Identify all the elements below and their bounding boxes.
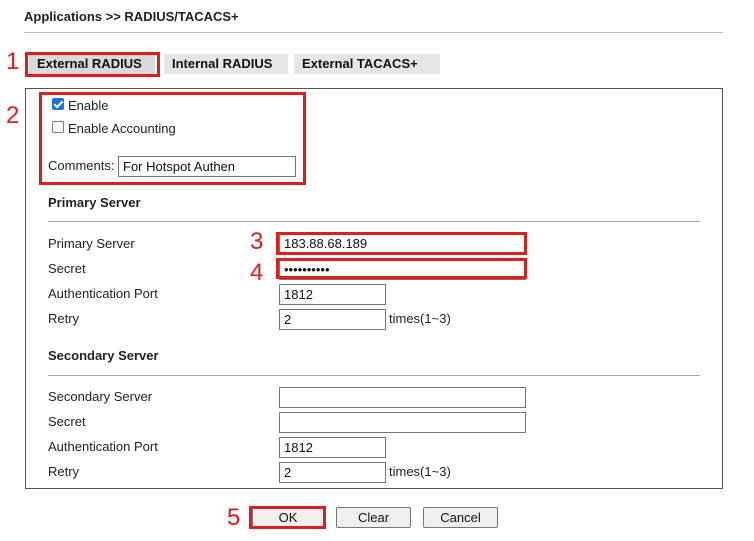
annotation-number-1: 1: [6, 48, 20, 75]
secondary-secret-input[interactable]: [279, 412, 526, 433]
primary-server-label: Primary Server: [48, 236, 135, 251]
primary-secret-label: Secret: [48, 261, 86, 276]
secondary-server-input[interactable]: [279, 387, 526, 408]
clear-button[interactable]: Clear: [336, 507, 411, 528]
primary-server-heading: Primary Server: [48, 195, 141, 210]
secondary-server-heading: Secondary Server: [48, 348, 159, 363]
primary-divider: [48, 221, 700, 222]
highlight-box-general: [39, 92, 306, 185]
primary-auth-port-input[interactable]: 1812: [279, 284, 386, 305]
breadcrumb-divider: [24, 32, 723, 33]
secondary-retry-input[interactable]: 2: [279, 462, 386, 483]
highlight-box-tab: [25, 52, 160, 77]
secondary-retry-unit: times(1~3): [389, 464, 451, 479]
annotation-number-4: 4: [250, 259, 264, 286]
secondary-divider: [48, 375, 700, 376]
primary-retry-label: Retry: [48, 311, 80, 326]
highlight-box-ok: [249, 506, 326, 529]
annotation-number-2: 2: [6, 102, 20, 129]
highlight-box-secret: [276, 258, 527, 279]
primary-auth-port-label: Authentication Port: [48, 286, 158, 301]
annotation-number-3: 3: [250, 228, 264, 255]
secondary-secret-label: Secret: [48, 414, 86, 429]
cancel-button[interactable]: Cancel: [423, 507, 498, 528]
primary-retry-unit: times(1~3): [389, 311, 451, 326]
annotation-number-5: 5: [227, 504, 241, 531]
primary-retry-input[interactable]: 2: [279, 309, 386, 330]
breadcrumb: Applications >> RADIUS/TACACS+: [24, 9, 239, 24]
secondary-auth-port-label: Authentication Port: [48, 439, 158, 454]
secondary-auth-port-input[interactable]: 1812: [279, 437, 386, 458]
secondary-retry-label: Retry: [48, 464, 80, 479]
tab-external-tacacs[interactable]: External TACACS+: [294, 54, 440, 74]
highlight-box-primary-server: [276, 232, 527, 255]
secondary-server-label: Secondary Server: [48, 389, 153, 404]
tab-internal-radius[interactable]: Internal RADIUS: [164, 54, 288, 74]
